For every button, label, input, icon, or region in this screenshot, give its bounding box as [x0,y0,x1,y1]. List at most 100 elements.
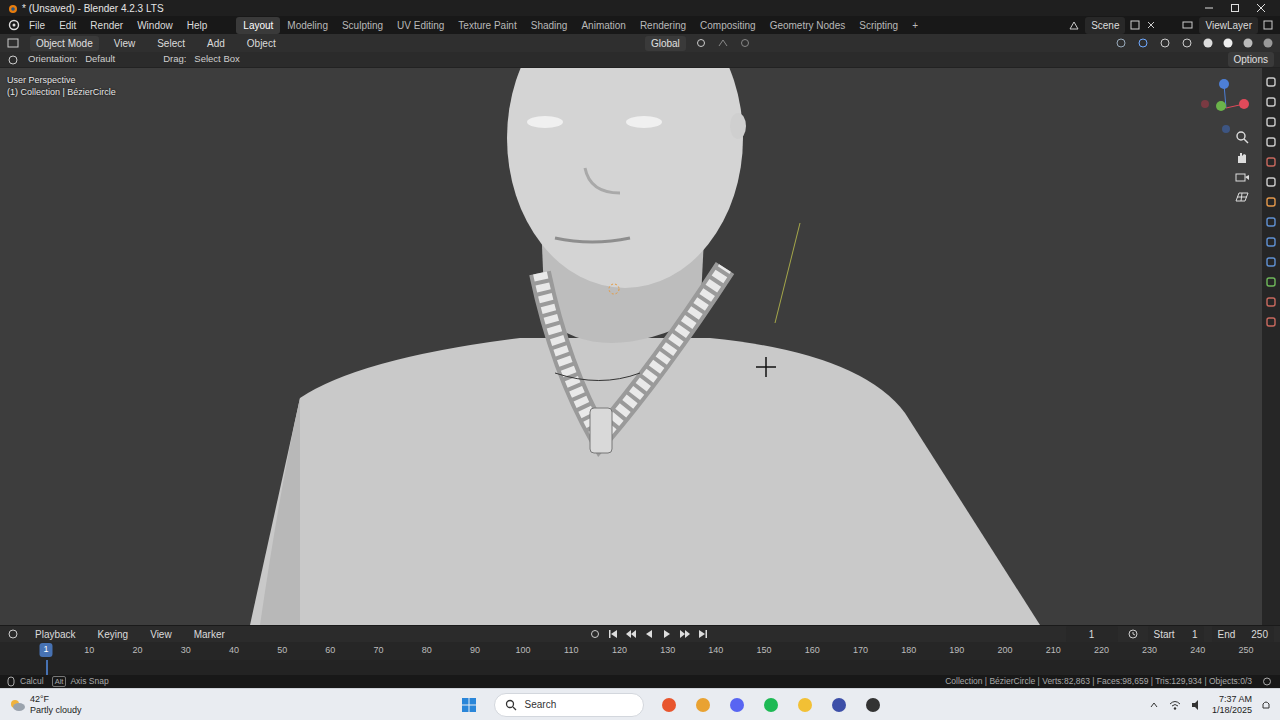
scene-field[interactable]: Scene [1085,17,1125,34]
workspace-tab[interactable]: Sculpting [335,17,390,34]
end-frame-field[interactable]: End250 [1212,626,1274,643]
header-menu[interactable]: View [107,35,143,52]
playhead[interactable]: 1 [39,643,52,657]
menu-item[interactable]: File [22,17,52,34]
maximize-icon[interactable] [1222,1,1248,15]
editor-type-icon[interactable] [6,37,22,49]
header-menu[interactable]: Add [200,35,232,52]
workspace-tab[interactable]: Rendering [633,17,693,34]
show-hidden-icon[interactable] [1148,699,1160,711]
header-menu[interactable]: Select [150,35,192,52]
properties-tab-icon[interactable] [1265,256,1277,268]
record-icon[interactable] [588,628,602,640]
workspace-tab[interactable]: Compositing [693,17,763,34]
blender-menu-icon[interactable] [6,18,22,32]
timeline-menu[interactable]: Playback [28,626,83,643]
timeline-ruler[interactable]: 1020304050607080901001101201301401501601… [0,642,1280,660]
timeline-menu[interactable]: Keying [91,626,136,643]
spotify-icon[interactable] [762,696,780,714]
workspace-tab[interactable]: Layout [236,17,280,34]
copy-icon[interactable] [1129,19,1141,31]
pivot-icon[interactable] [694,37,708,49]
discord-icon[interactable] [728,696,746,714]
properties-tab-icon[interactable] [1265,236,1277,248]
workspace-tab[interactable]: Texture Paint [451,17,523,34]
properties-tab-icon[interactable] [1265,96,1277,108]
shading-mode-icon[interactable] [1202,37,1214,49]
workspace-tab[interactable]: Animation [574,17,632,34]
jump-start-icon[interactable] [606,628,620,640]
overlay-icon[interactable] [1180,37,1194,49]
chrome-icon[interactable] [694,696,712,714]
workspace-tab[interactable]: Scripting [852,17,905,34]
start-windows-icon[interactable] [460,696,478,714]
close-small-icon[interactable] [1145,19,1157,31]
view-layer-field[interactable]: ViewLayer [1199,17,1258,34]
taskbar-search[interactable]: Search [494,693,644,717]
properties-tab-icon[interactable] [1265,156,1277,168]
brave-browser-icon[interactable] [660,696,678,714]
menu-item[interactable]: Window [130,17,180,34]
current-frame-field[interactable]: 1 [1066,626,1118,643]
proportional-icon[interactable] [738,37,752,49]
mode-dropdown[interactable]: Object Mode [30,36,99,51]
properties-tab-icon[interactable] [1265,176,1277,188]
pan-hand-icon[interactable] [1234,150,1250,164]
wifi-icon[interactable] [1168,699,1182,711]
grid-icon[interactable] [1234,190,1250,204]
properties-tab-icon[interactable] [1265,76,1277,88]
volume-icon[interactable] [1190,699,1204,711]
overlay-icon[interactable] [1158,37,1172,49]
timeline-editor-icon[interactable] [6,628,20,640]
shading-mode-icon[interactable] [1262,37,1274,49]
options-dropdown[interactable]: Options [1228,52,1274,67]
menu-item[interactable]: Help [180,17,215,34]
copy-icon[interactable] [1262,19,1274,31]
header-menu[interactable]: Object [240,35,283,52]
navigation-gizmo-icon[interactable] [1196,74,1252,140]
timeline-area[interactable] [0,660,1280,675]
properties-tab-icon[interactable] [1265,116,1277,128]
add-workspace-button[interactable]: + [905,17,925,34]
timeline-menu[interactable]: Marker [187,626,232,643]
orientation-dropdown[interactable]: Default [85,52,155,66]
timeline-menu[interactable]: View [143,626,179,643]
notifications-icon[interactable] [1260,699,1272,711]
play-icon[interactable] [660,628,674,640]
weather-widget[interactable]: 42°FPartly cloudy [8,694,82,716]
workspace-tab[interactable]: Modeling [280,17,335,34]
previous-keyframe-icon[interactable] [624,628,638,640]
app-icon[interactable] [830,696,848,714]
start-frame-field[interactable]: Start1 [1148,626,1204,643]
properties-tab-icon[interactable] [1265,296,1277,308]
menu-item[interactable]: Render [83,17,130,34]
properties-tab-icon[interactable] [1265,316,1277,328]
file-explorer-icon[interactable] [796,696,814,714]
workspace-tab[interactable]: Shading [524,17,575,34]
next-keyframe-icon[interactable] [678,628,692,640]
snap-icon[interactable] [716,37,730,49]
properties-tab-icon[interactable] [1265,216,1277,228]
play-reverse-icon[interactable] [642,628,656,640]
properties-tab-icon[interactable] [1265,136,1277,148]
blender-app-icon[interactable] [864,696,882,714]
transform-orientation-dropdown[interactable]: Global [645,36,686,51]
overlay-icon[interactable] [1114,37,1128,49]
properties-tab-icon[interactable] [1265,276,1277,288]
close-icon[interactable] [1248,1,1274,15]
zoom-icon[interactable] [1234,130,1250,144]
camera-icon[interactable] [1234,170,1250,184]
overlay-icon[interactable] [1136,37,1150,49]
settings-icon[interactable] [1260,676,1274,687]
3d-viewport[interactable]: User Perspective(1) Collection | BézierC… [0,68,1262,625]
workspace-tab[interactable]: UV Editing [390,17,451,34]
minimize-icon[interactable] [1196,1,1222,15]
workspace-tab[interactable]: Geometry Nodes [763,17,853,34]
drag-dropdown[interactable]: Select Box [194,52,239,66]
clock[interactable]: 7:37 AM1/18/2025 [1212,694,1252,716]
shading-mode-icon[interactable] [1242,37,1254,49]
properties-tab-icon[interactable] [1265,196,1277,208]
shading-mode-icon[interactable] [1222,37,1234,49]
menu-item[interactable]: Edit [52,17,83,34]
clock-icon[interactable] [1126,628,1140,640]
